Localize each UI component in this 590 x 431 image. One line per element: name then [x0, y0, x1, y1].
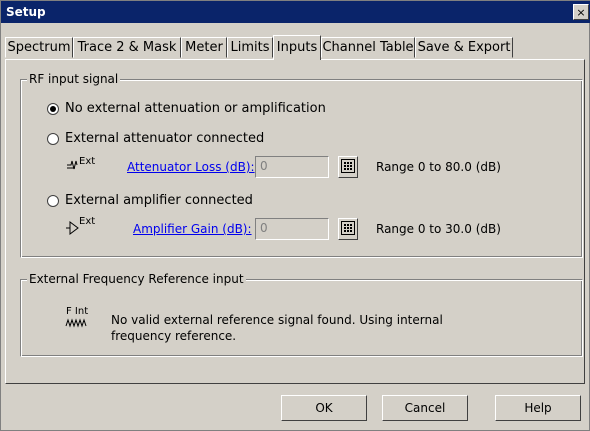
freq-reference-group: External Frequency Reference input F Int…	[20, 272, 583, 357]
tab-spectrum[interactable]: Spectrum	[5, 37, 73, 58]
radio-external-amplifier-label: External amplifier connected	[65, 193, 253, 208]
amplifier-icon-label: Ext	[79, 216, 96, 227]
amplifier-gain-link[interactable]: Amplifier Gain (dB):	[133, 222, 252, 236]
rf-input-group: RF input signal No external attenuation …	[20, 72, 583, 258]
radio-external-attenuator-label: External attenuator connected	[65, 131, 265, 146]
radio-selected-indicator	[47, 102, 59, 115]
keypad-icon	[341, 220, 355, 238]
inputs-tab-panel: RF input signal No external attenuation …	[5, 59, 585, 384]
freq-reference-message-line2: frequency reference.	[111, 329, 237, 343]
keypad-icon	[341, 158, 355, 176]
freq-reference-legend: External Frequency Reference input	[27, 272, 246, 286]
tab-channel-table[interactable]: Channel Table	[321, 37, 415, 58]
tab-trace-2-mask[interactable]: Trace 2 & Mask	[73, 37, 181, 58]
cancel-button[interactable]: Cancel	[382, 395, 468, 421]
radio-no-external-label: No external attenuation or amplification	[65, 101, 326, 116]
attenuator-keypad-button[interactable]	[338, 156, 358, 178]
radio-external-attenuator[interactable]: External attenuator connected	[47, 131, 264, 146]
radio-no-external[interactable]: No external attenuation or amplification	[47, 101, 326, 116]
amplifier-gain-input[interactable]: 0	[255, 218, 329, 240]
rf-input-legend: RF input signal	[27, 72, 121, 86]
tab-save-export[interactable]: Save & Export	[415, 37, 513, 58]
attenuator-range: Range 0 to 80.0 (dB)	[376, 160, 501, 174]
radio-external-amplifier[interactable]: External amplifier connected	[47, 193, 253, 208]
setup-dialog: Setup × Spectrum Trace 2 & Mask Meter Li…	[0, 0, 590, 431]
tab-meter[interactable]: Meter	[181, 37, 227, 58]
amplifier-range: Range 0 to 30.0 (dB)	[376, 222, 501, 236]
freq-int-label: F Int	[66, 306, 89, 317]
radio-indicator	[47, 132, 59, 145]
window-title: Setup	[6, 5, 46, 19]
close-button[interactable]: ×	[573, 4, 589, 20]
freq-reference-message-line1: No valid external reference signal found…	[111, 313, 443, 327]
ok-button[interactable]: OK	[281, 395, 367, 421]
title-bar: Setup ×	[1, 1, 590, 23]
close-icon: ×	[576, 6, 586, 19]
attenuator-loss-link[interactable]: Attenuator Loss (dB):	[127, 160, 255, 174]
attenuator-loss-input[interactable]: 0	[255, 156, 329, 178]
waveform-icon	[65, 317, 87, 328]
help-button[interactable]: Help	[495, 395, 581, 421]
tab-inputs[interactable]: Inputs	[273, 35, 321, 60]
radio-indicator	[47, 194, 59, 207]
freq-reference-message: No valid external reference signal found…	[111, 312, 443, 344]
attenuator-icon-label: Ext	[79, 156, 96, 167]
tab-limits[interactable]: Limits	[227, 37, 273, 58]
amplifier-keypad-button[interactable]	[338, 218, 358, 240]
